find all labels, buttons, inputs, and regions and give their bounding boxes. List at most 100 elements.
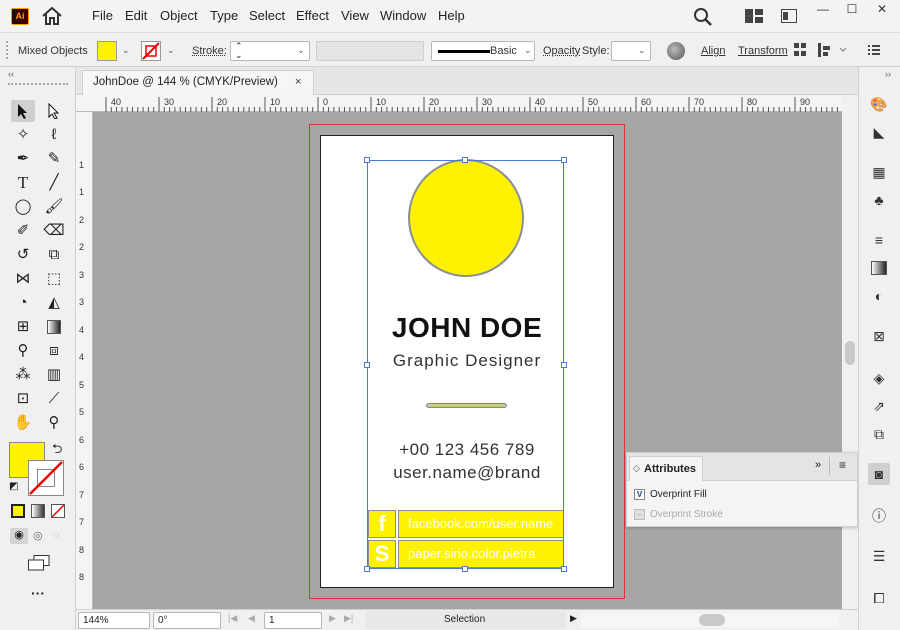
artboard-number-field[interactable]: 1 (264, 612, 322, 629)
free-transform-tool-icon[interactable]: ⬚ (42, 268, 66, 290)
artboard-tool-icon[interactable]: ⊡ (11, 388, 35, 410)
stroke-label[interactable]: Stroke: (192, 45, 227, 57)
image-trace-panel-icon[interactable]: ⊠ (868, 325, 890, 347)
style-dropdown-icon[interactable]: ⌄ (638, 45, 646, 56)
menu-object[interactable]: Object (160, 8, 198, 23)
draw-behind-icon[interactable]: ◎ (33, 529, 43, 542)
first-artboard-icon[interactable]: |◀ (228, 613, 237, 624)
overprint-stroke-checkbox[interactable]: – (634, 509, 645, 520)
search-icon[interactable] (693, 7, 713, 27)
panel-menu-icon[interactable] (868, 44, 880, 56)
color-panel-icon[interactable]: 🎨 (868, 93, 890, 115)
ellipse-tool-icon[interactable]: ◯ (11, 196, 35, 218)
menu-file[interactable]: File (92, 8, 113, 23)
selection-handle[interactable] (462, 566, 468, 572)
line-segment-tool-icon[interactable]: ╱ (42, 172, 66, 194)
type-tool-icon[interactable]: T (11, 172, 35, 194)
horizontal-scrollbar[interactable] (581, 613, 839, 627)
maximize-button[interactable]: ☐ (842, 2, 862, 18)
minimize-button[interactable]: — (813, 2, 833, 18)
transparency-panel-icon[interactable]: ◐ (868, 285, 890, 307)
attributes-panel-icon[interactable]: ◙ (868, 463, 890, 485)
selection-handle[interactable] (364, 157, 370, 163)
stroke-weight-field[interactable]: ⌃ ⌄ ⌄ (230, 41, 310, 61)
layers-panel-icon[interactable]: ◈ (868, 367, 890, 389)
shaper-tool-icon[interactable]: ✐ (11, 220, 35, 242)
vertical-scrollbar-thumb[interactable] (845, 341, 855, 365)
expand-panels-icon[interactable]: ›› (885, 69, 891, 79)
expand-panel-icon[interactable]: » (815, 459, 821, 471)
export-panel-icon[interactable]: ⇗ (868, 395, 890, 417)
width-tool-icon[interactable]: ⋈ (11, 268, 35, 290)
selection-handle[interactable] (462, 157, 468, 163)
slice-tool-icon[interactable]: ⟋ (42, 388, 66, 410)
menu-window[interactable]: Window (380, 8, 426, 23)
graphic-style-field[interactable]: ⌄ (611, 41, 651, 61)
gradient-panel-icon[interactable] (868, 257, 890, 279)
stroke-dropdown-icon[interactable]: ⌄ (167, 45, 175, 56)
blend-tool-icon[interactable]: ⧈ (42, 340, 66, 362)
menu-help[interactable]: Help (438, 8, 465, 23)
status-field[interactable]: Selection (366, 611, 566, 629)
draw-inside-icon[interactable]: ◌ (53, 529, 60, 541)
last-artboard-icon[interactable]: ▶| (344, 613, 353, 624)
menu-effect[interactable]: Effect (296, 8, 329, 23)
panel-options-icon[interactable]: ≡ (839, 458, 846, 472)
draw-normal-icon[interactable]: ◉ (10, 528, 28, 544)
none-mode-icon[interactable] (51, 504, 65, 518)
libraries-panel-icon[interactable]: ⧠ (868, 587, 890, 609)
pen-tool-icon[interactable]: ✒ (11, 148, 35, 170)
gradient-tool-icon[interactable] (42, 316, 66, 338)
menu-select[interactable]: Select (249, 8, 285, 23)
properties-panel-icon[interactable]: ☰ (868, 545, 890, 567)
fill-dropdown-icon[interactable]: ⌄ (122, 45, 130, 56)
next-artboard-icon[interactable]: ▶ (329, 613, 336, 624)
perspective-grid-tool-icon[interactable]: ◭ (42, 292, 66, 314)
stroke-panel-icon[interactable]: ≡ (868, 229, 890, 251)
attributes-tab[interactable]: ◇ Attributes (629, 456, 703, 481)
default-fill-stroke-icon[interactable]: ◩ (9, 481, 18, 492)
horizontal-ruler[interactable]: 40 30 20 10 0 10 20 30 40 50 60 70 80 90 (76, 95, 842, 112)
fill-swatch[interactable] (97, 41, 117, 61)
close-document-icon[interactable]: × (295, 76, 301, 88)
edit-toolbar-icon[interactable]: ··· (31, 585, 45, 601)
swatches-panel-icon[interactable]: ▦ (868, 161, 890, 183)
selection-handle[interactable] (561, 566, 567, 572)
stroke-color-box[interactable] (28, 460, 64, 496)
scale-tool-icon[interactable]: ⧉ (42, 244, 66, 266)
artboards-panel-icon[interactable]: ⧉ (868, 423, 890, 445)
stepper-icon[interactable]: ⌃ ⌄ (235, 42, 243, 60)
symbols-panel-icon[interactable]: ♣ (868, 189, 890, 211)
selection-bounding-box[interactable] (367, 160, 564, 569)
vertical-ruler[interactable]: 1 1 2 2 3 3 4 4 5 5 6 6 7 7 8 8 (76, 112, 93, 609)
swap-fill-stroke-icon[interactable]: ⮌ (52, 440, 62, 462)
stroke-weight-dropdown-icon[interactable]: ⌄ (297, 45, 305, 56)
mesh-tool-icon[interactable]: ⊞ (11, 316, 35, 338)
color-mode-icon[interactable] (11, 504, 25, 518)
close-window-button[interactable]: ✕ (872, 2, 892, 18)
brush-definition-field[interactable]: Basic ⌄ (431, 41, 535, 61)
stroke-swatch[interactable] (141, 41, 161, 61)
screen-mode-icon[interactable] (28, 555, 50, 571)
selection-handle[interactable] (364, 566, 370, 572)
color-guide-icon[interactable]: ◣ (868, 121, 890, 143)
status-menu-icon[interactable]: ▶ (570, 613, 577, 624)
selection-handle[interactable] (561, 362, 567, 368)
direct-selection-tool-icon[interactable] (42, 100, 66, 122)
eyedropper-tool-icon[interactable]: ⚲ (11, 340, 35, 362)
gradient-mode-icon[interactable] (31, 504, 45, 518)
rotate-tool-icon[interactable]: ↺ (11, 244, 35, 266)
zoom-field[interactable]: 144% (78, 612, 150, 629)
rotation-field[interactable]: 0° (153, 612, 221, 629)
document-tab[interactable]: JohnDoe @ 144 % (CMYK/Preview) × (82, 70, 314, 95)
hand-tool-icon[interactable]: ✋ (11, 412, 35, 434)
selection-handle[interactable] (561, 157, 567, 163)
panel-collapse-icon[interactable]: ◇ (633, 463, 640, 474)
menu-edit[interactable]: Edit (125, 8, 147, 23)
recolor-artwork-icon[interactable] (667, 42, 685, 60)
document-info-icon[interactable]: ⓘ (868, 505, 890, 527)
lasso-tool-icon[interactable]: ℓ (42, 124, 66, 146)
menu-view[interactable]: View (341, 8, 369, 23)
magic-wand-tool-icon[interactable]: ✧ (11, 124, 35, 146)
horizontal-scrollbar-thumb[interactable] (699, 614, 725, 626)
